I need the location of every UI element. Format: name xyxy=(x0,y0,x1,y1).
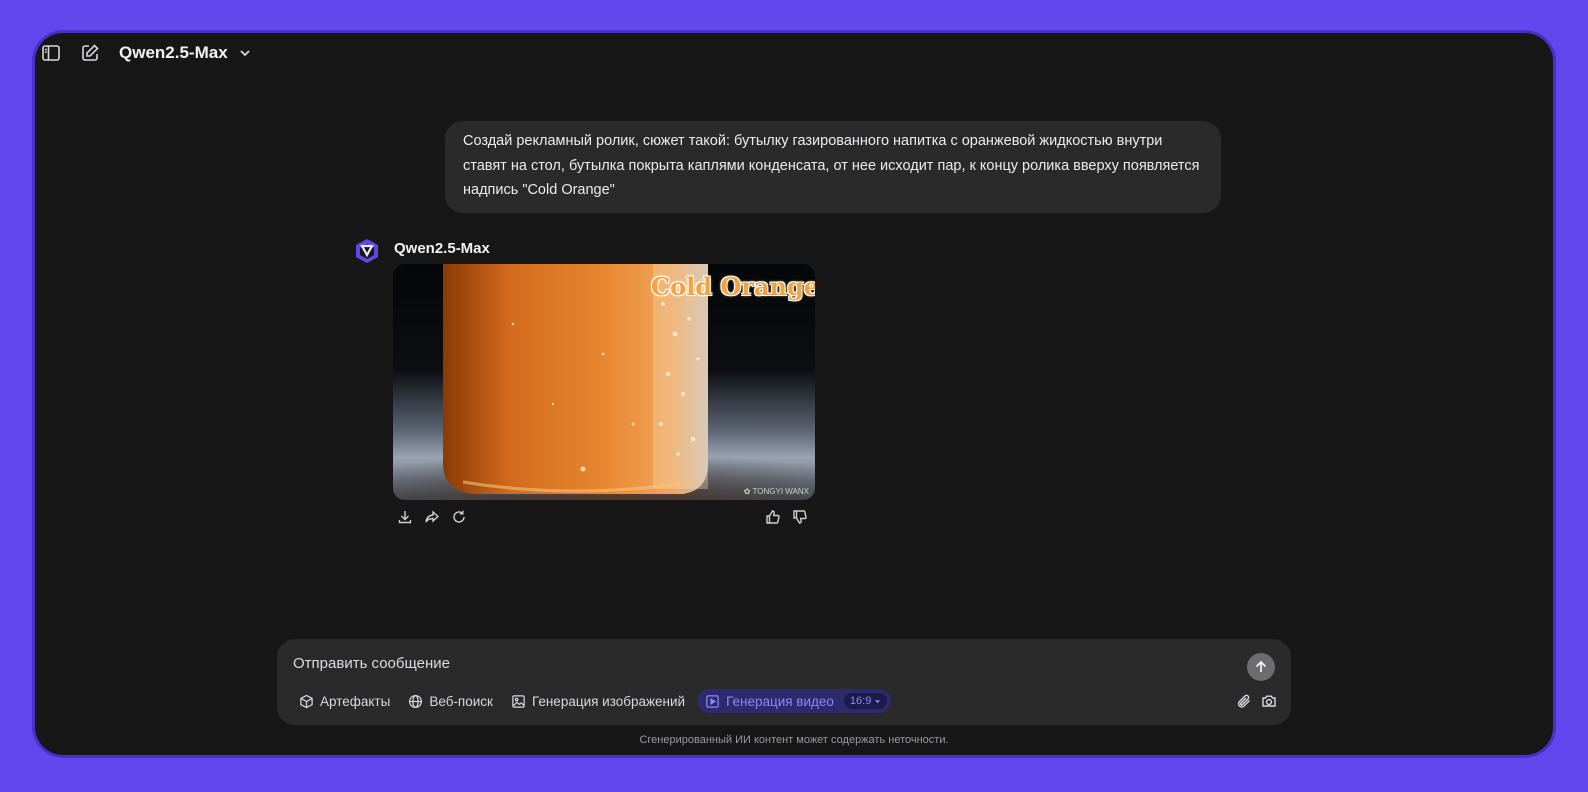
aspect-ratio-value: 16:9 xyxy=(849,695,872,707)
video-overlay-text: Cold Orange xyxy=(651,272,815,301)
top-bar: Qwen2.5-Max xyxy=(35,33,1553,73)
assistant-name: Qwen2.5-Max xyxy=(394,240,490,257)
message-actions xyxy=(397,509,815,529)
thumbs-up-icon[interactable] xyxy=(765,509,781,525)
share-icon[interactable] xyxy=(424,509,440,525)
message-composer: Артефакты Веб-поиск Генерация изображени… xyxy=(277,639,1291,725)
download-icon[interactable] xyxy=(397,509,413,525)
model-selector[interactable]: Qwen2.5-Max xyxy=(119,41,252,65)
tool-artifacts[interactable]: Артефакты xyxy=(293,689,396,713)
video-watermark: ✿ TONGYI WANX xyxy=(743,487,809,496)
new-chat-icon[interactable] xyxy=(80,43,100,63)
tool-video-generation-label: Генерация видео xyxy=(726,693,834,709)
message-input[interactable] xyxy=(291,651,1235,675)
tool-web-search[interactable]: Веб-поиск xyxy=(402,689,499,713)
model-name: Qwen2.5-Max xyxy=(119,43,228,62)
arrow-up-icon xyxy=(1254,660,1268,674)
tool-artifacts-label: Артефакты xyxy=(320,693,391,709)
user-message: Создай рекламный ролик, сюжет такой: бут… xyxy=(445,121,1221,213)
sidebar-toggle-icon[interactable] xyxy=(41,43,61,63)
camera-icon[interactable] xyxy=(1261,693,1277,709)
send-button[interactable] xyxy=(1247,653,1275,681)
image-icon xyxy=(511,694,526,709)
video-icon xyxy=(705,694,720,709)
regenerate-icon[interactable] xyxy=(451,509,467,525)
aspect-ratio-select[interactable]: 16:9 xyxy=(843,693,888,709)
composer-right-tools xyxy=(1236,693,1277,709)
attach-icon[interactable] xyxy=(1236,693,1252,709)
chevron-down-icon xyxy=(238,46,252,60)
disclaimer-text: Сгенерированный ИИ контент может содержа… xyxy=(639,734,949,746)
tool-image-generation[interactable]: Генерация изображений xyxy=(505,689,691,713)
generated-video[interactable]: Cold Orange ✿ TONGYI WANX xyxy=(393,264,815,500)
app-window: Qwen2.5-Max Создай рекламный ролик, сюже… xyxy=(35,33,1553,755)
globe-icon xyxy=(408,694,423,709)
cube-icon xyxy=(299,694,314,709)
tool-image-generation-label: Генерация изображений xyxy=(531,693,686,709)
thumbs-down-icon[interactable] xyxy=(792,509,808,525)
composer-tools: Артефакты Веб-поиск Генерация изображени… xyxy=(293,689,892,713)
tool-web-search-label: Веб-поиск xyxy=(429,693,493,709)
caret-down-icon xyxy=(874,698,881,705)
tool-video-generation[interactable]: Генерация видео 16:9 xyxy=(697,689,892,713)
qwen-logo-icon xyxy=(353,237,381,265)
